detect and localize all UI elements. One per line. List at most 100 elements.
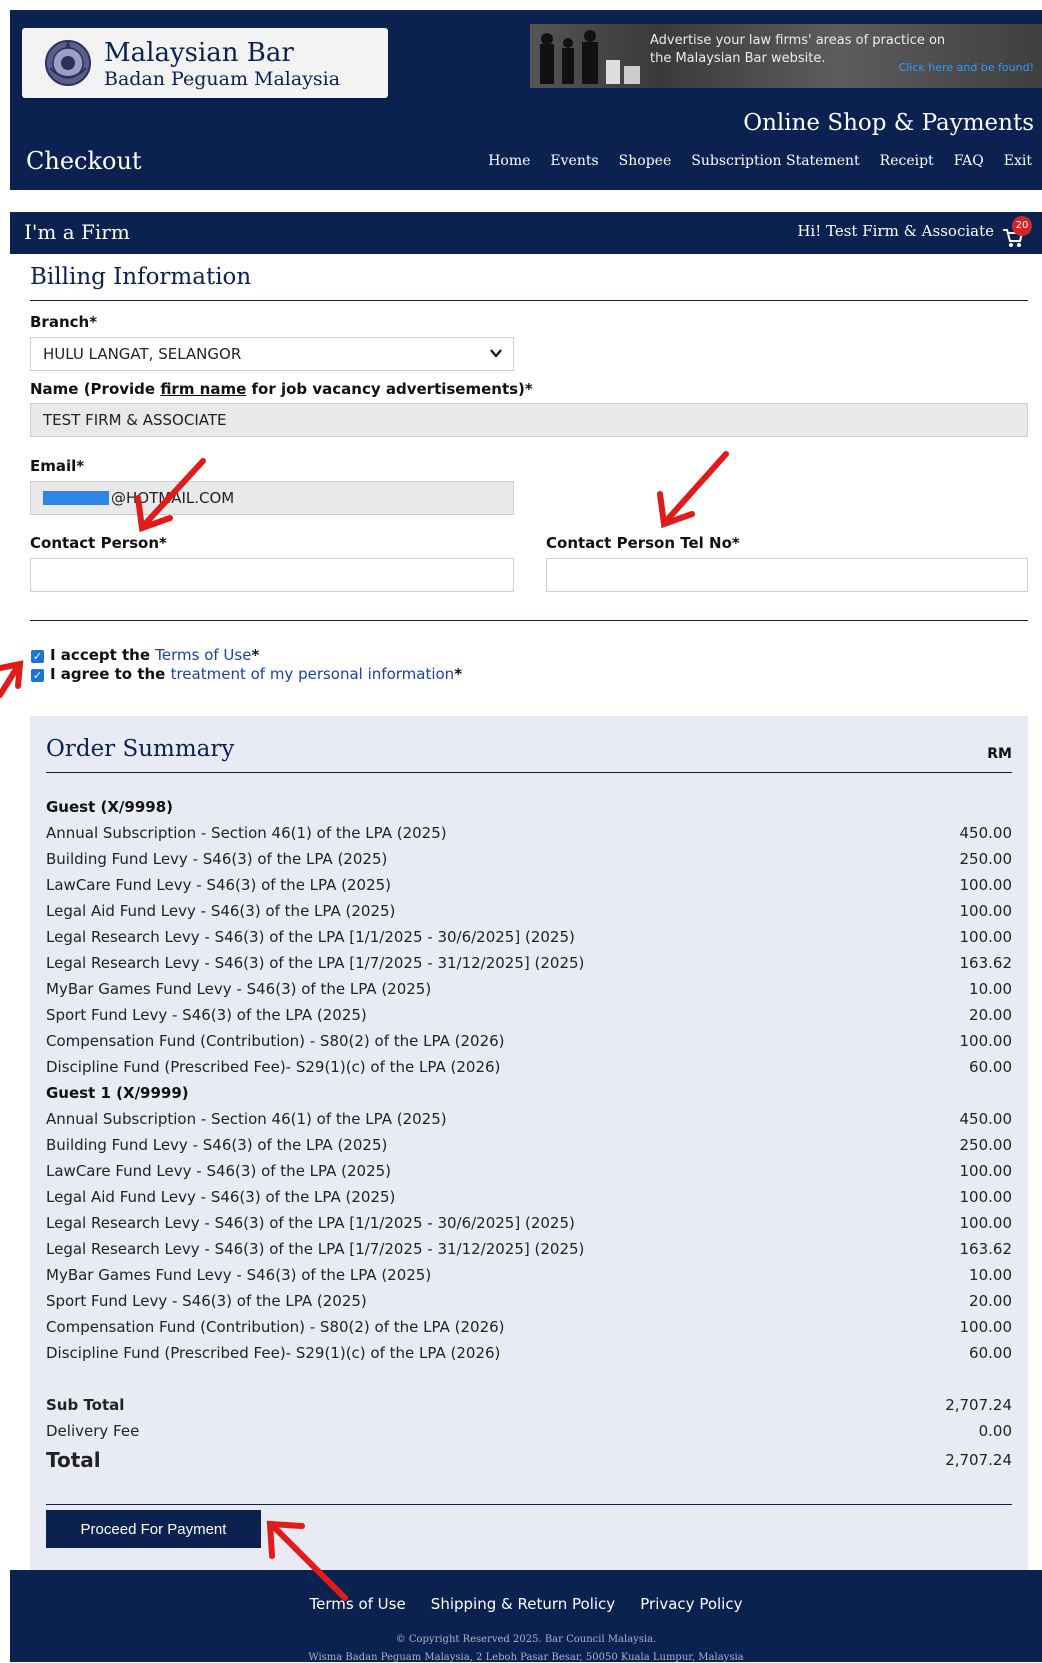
line-item-description: Annual Subscription - Section 46(1) of t… — [46, 824, 447, 842]
currency-label: RM — [987, 746, 1012, 762]
firm-label: I'm a Firm — [24, 220, 130, 244]
line-item-amount: 163.62 — [959, 954, 1013, 972]
line-item-description: Legal Aid Fund Levy - S46(3) of the LPA … — [46, 902, 396, 920]
nav-home[interactable]: Home — [488, 153, 530, 169]
line-item-description: Compensation Fund (Contribution) - S80(2… — [46, 1318, 505, 1336]
summary-bottom-divider — [46, 1504, 1012, 1505]
line-item-amount: 100.00 — [959, 876, 1013, 894]
name-label-link: firm name — [160, 380, 247, 398]
subtotal-label: Sub Total — [46, 1396, 125, 1414]
nav-receipt[interactable]: Receipt — [880, 153, 934, 169]
footer-terms-link[interactable]: Terms of Use — [310, 1595, 406, 1613]
name-label-post: for job vacancy advertisements)* — [246, 380, 533, 398]
line-item-description: Legal Research Levy - S46(3) of the LPA … — [46, 1240, 585, 1258]
terms-checkbox[interactable]: ✓ — [31, 650, 44, 663]
line-item-amount: 60.00 — [969, 1058, 1012, 1076]
line-item-amount: 20.00 — [969, 1292, 1012, 1310]
line-item-description: Compensation Fund (Contribution) - S80(2… — [46, 1032, 505, 1050]
line-item-amount: 100.00 — [959, 1214, 1013, 1232]
email-value: @HOTMAIL.COM — [111, 489, 235, 507]
line-item-description: LawCare Fund Levy - S46(3) of the LPA (2… — [46, 876, 392, 894]
privacy-pre: I agree to the — [50, 665, 171, 683]
line-item-description: MyBar Games Fund Levy - S46(3) of the LP… — [46, 1266, 432, 1284]
privacy-consent: I agree to the treatment of my personal … — [50, 665, 462, 683]
advert-banner[interactable]: Advertise your law firms' areas of pract… — [530, 24, 1042, 88]
billing-divider — [30, 300, 1028, 301]
name-label: Name (Provide firm name for job vacancy … — [30, 380, 533, 398]
privacy-post: * — [454, 665, 463, 683]
line-item-amount: 100.00 — [959, 902, 1013, 920]
contact-person-input[interactable] — [30, 558, 514, 592]
line-item-amount: 100.00 — [959, 1032, 1013, 1050]
nav-subscription-statement[interactable]: Subscription Statement — [691, 153, 859, 169]
name-label-pre: Name (Provide — [30, 380, 161, 398]
terms-link[interactable]: Terms of Use — [155, 646, 251, 664]
summary-group-heading: Guest (X/9998) — [46, 798, 173, 816]
line-item-amount: 450.00 — [959, 1110, 1013, 1128]
arrow-contact-tel-icon — [657, 451, 729, 529]
arrow-consent-icon — [0, 660, 24, 698]
subtotal-value: 2,707.24 — [945, 1396, 1012, 1414]
terms-consent: I accept the Terms of Use* — [50, 646, 259, 664]
branch-value: HULU LANGAT, SELANGOR — [43, 345, 242, 363]
site-header: Malaysian Bar Badan Peguam Malaysia Adve… — [10, 10, 1042, 190]
site-footer: Terms of Use Shipping & Return Policy Pr… — [10, 1570, 1042, 1663]
advert-cta-link[interactable]: Click here and be found! — [899, 61, 1034, 74]
footer-privacy-link[interactable]: Privacy Policy — [640, 1595, 742, 1613]
line-item-amount: 60.00 — [969, 1344, 1012, 1362]
logo[interactable]: Malaysian Bar Badan Peguam Malaysia — [22, 28, 388, 98]
summary-group-heading: Guest 1 (X/9999) — [46, 1084, 189, 1102]
consent-divider — [30, 620, 1028, 621]
page-title: Checkout — [26, 147, 142, 175]
line-item-description: Legal Research Levy - S46(3) of the LPA … — [46, 928, 575, 946]
line-item-description: Annual Subscription - Section 46(1) of t… — [46, 1110, 447, 1128]
privacy-checkbox[interactable]: ✓ — [31, 669, 44, 682]
bar-seal-icon — [45, 40, 91, 86]
billing-title: Billing Information — [30, 264, 252, 290]
name-field[interactable]: TEST FIRM & ASSOCIATE — [30, 403, 1028, 437]
line-item-description: Sport Fund Levy - S46(3) of the LPA (202… — [46, 1006, 367, 1024]
line-item-description: Discipline Fund (Prescribed Fee)- S29(1)… — [46, 1344, 501, 1362]
cart-button[interactable]: 20 — [1002, 216, 1032, 250]
footer-links: Terms of Use Shipping & Return Policy Pr… — [10, 1594, 1042, 1613]
address: Wisma Badan Peguam Malaysia, 2 Leboh Pas… — [308, 1652, 744, 1663]
line-item-amount: 100.00 — [959, 1318, 1013, 1336]
total-value: 2,707.24 — [945, 1451, 1012, 1469]
contact-tel-input[interactable] — [546, 558, 1028, 592]
nav-faq[interactable]: FAQ — [954, 153, 984, 169]
summary-top-divider — [46, 772, 1012, 773]
terms-pre: I accept the — [50, 646, 156, 664]
line-item-description: Discipline Fund (Prescribed Fee)- S29(1)… — [46, 1058, 501, 1076]
branch-select[interactable]: HULU LANGAT, SELANGOR — [30, 337, 514, 371]
order-summary-title: Order Summary — [46, 736, 235, 762]
privacy-link[interactable]: treatment of my personal information — [171, 665, 455, 683]
line-item-description: Legal Research Levy - S46(3) of the LPA … — [46, 1214, 575, 1232]
line-item-description: MyBar Games Fund Levy - S46(3) of the LP… — [46, 980, 432, 998]
nav-events[interactable]: Events — [550, 153, 598, 169]
line-item-amount: 100.00 — [959, 1162, 1013, 1180]
footer-shipping-link[interactable]: Shipping & Return Policy — [431, 1595, 615, 1613]
copyright: © Copyright Reserved 2025. Bar Council M… — [395, 1634, 657, 1645]
proceed-payment-button[interactable]: Proceed For Payment — [46, 1510, 261, 1548]
nav-shopee[interactable]: Shopee — [619, 153, 672, 169]
email-field[interactable]: @HOTMAIL.COM — [30, 481, 514, 515]
line-item-amount: 250.00 — [959, 850, 1013, 868]
user-greeting: Hi! Test Firm & Associate — [797, 222, 994, 240]
line-item-description: Sport Fund Levy - S46(3) of the LPA (202… — [46, 1292, 367, 1310]
org-name: Malaysian Bar — [104, 38, 294, 68]
line-item-description: Building Fund Levy - S46(3) of the LPA (… — [46, 850, 388, 868]
cart-count-badge: 20 — [1012, 216, 1032, 236]
main-nav: Home Events Shopee Subscription Statemen… — [478, 153, 1042, 169]
line-item-amount: 100.00 — [959, 1188, 1013, 1206]
total-label: Total — [46, 1448, 101, 1472]
name-value: TEST FIRM & ASSOCIATE — [43, 411, 227, 429]
contact-tel-label: Contact Person Tel No* — [546, 534, 740, 552]
delivery-fee-value: 0.00 — [978, 1422, 1012, 1440]
email-label: Email* — [30, 457, 85, 475]
line-item-amount: 100.00 — [959, 928, 1013, 946]
line-item-amount: 10.00 — [969, 980, 1012, 998]
line-item-amount: 10.00 — [969, 1266, 1012, 1284]
line-item-description: Building Fund Levy - S46(3) of the LPA (… — [46, 1136, 388, 1154]
branch-label: Branch* — [30, 313, 98, 331]
nav-exit[interactable]: Exit — [1004, 153, 1032, 169]
